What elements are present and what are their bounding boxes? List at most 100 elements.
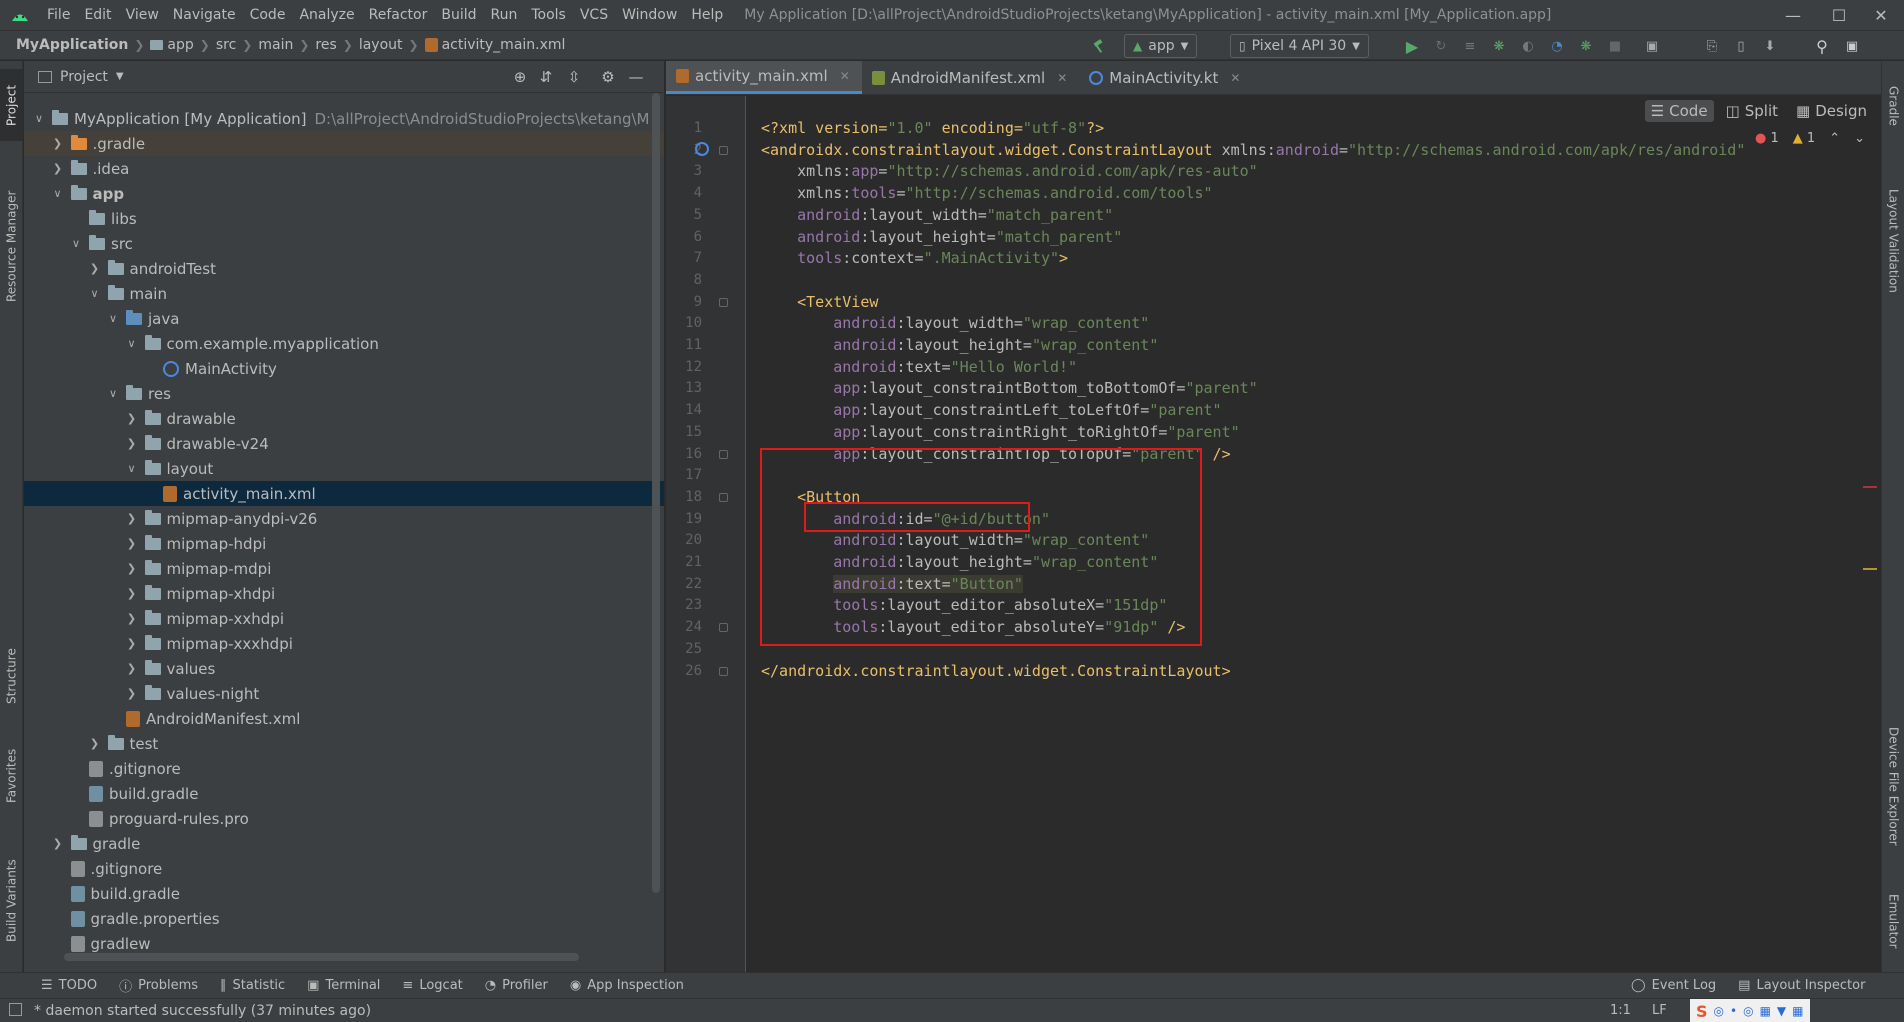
chevron-right-icon[interactable]: ❯ — [125, 412, 139, 425]
warning-marker[interactable] — [1863, 568, 1877, 570]
tree-node[interactable]: ❯ values-night — [24, 681, 664, 706]
coverage-icon[interactable]: ◐ — [1516, 34, 1540, 58]
chevron-down-icon[interactable]: ∨ — [125, 462, 139, 475]
hide-panel-icon[interactable]: — — [624, 65, 648, 89]
fold-marker-icon[interactable] — [719, 449, 728, 459]
debug-icon[interactable]: ❋ — [1487, 34, 1511, 58]
device-selector[interactable]: ▯ Pixel 4 API 30 ▼ — [1230, 34, 1369, 58]
maximize-icon[interactable]: ☐ — [1816, 0, 1862, 30]
profiler-icon[interactable]: ◔ — [1545, 34, 1569, 58]
collapse-all-icon[interactable]: ⇳ — [562, 65, 586, 89]
tree-node[interactable]: ∨ layout — [24, 456, 664, 481]
tree-node[interactable]: ∨ java — [24, 306, 664, 331]
chevron-right-icon[interactable]: ❯ — [125, 437, 139, 450]
chevron-down-icon[interactable]: ∨ — [32, 112, 46, 125]
status-message[interactable]: * daemon started successfully (37 minute… — [0, 1003, 371, 1019]
prev-highlight-icon[interactable]: ⌃ — [1829, 131, 1840, 146]
tab-structure[interactable]: Structure — [0, 631, 23, 721]
search-icon[interactable]: ⚲ — [1810, 34, 1834, 58]
close-icon[interactable]: ✕ — [1057, 71, 1067, 85]
chevron-down-icon[interactable]: ∨ — [88, 287, 102, 300]
breadcrumb-item[interactable]: app — [146, 37, 197, 53]
tree-node[interactable]: ❯.gitignore — [24, 756, 664, 781]
menu-file[interactable]: File — [40, 0, 77, 30]
tree-node[interactable]: ❯MainActivity — [24, 356, 664, 381]
account-icon[interactable]: ▣ — [1840, 34, 1864, 58]
sdk-manager-icon[interactable]: ⬇ — [1758, 34, 1782, 58]
menu-edit[interactable]: Edit — [77, 0, 118, 30]
fold-marker-icon[interactable] — [719, 492, 728, 502]
tree-node[interactable]: ∨ res — [24, 381, 664, 406]
tree-node[interactable]: ❯ mipmap-xxxhdpi — [24, 631, 664, 656]
menu-vcs[interactable]: VCS — [573, 0, 615, 30]
attach-debugger-icon[interactable]: ❋ — [1574, 34, 1598, 58]
chevron-right-icon[interactable]: ❯ — [125, 587, 139, 600]
tab-project[interactable]: Project — [0, 69, 23, 141]
tab-favorites[interactable]: Favorites — [0, 736, 23, 816]
tree-node[interactable]: ❯build.gradle — [24, 781, 664, 806]
menu-code[interactable]: Code — [243, 0, 293, 30]
tree-vertical-scrollbar[interactable] — [652, 93, 660, 893]
tree-node[interactable]: ❯build.gradle — [24, 881, 664, 906]
code-view-button[interactable]: ☰ Code — [1644, 100, 1714, 122]
tree-node[interactable]: ❯ mipmap-anydpi-v26 — [24, 506, 664, 531]
chevron-right-icon[interactable]: ❯ — [88, 737, 102, 750]
chevron-right-icon[interactable]: ❯ — [125, 512, 139, 525]
code-line[interactable]: </androidx.constraintlayout.widget.Const… — [761, 658, 1231, 684]
tool-profiler[interactable]: ◔ Profiler — [474, 978, 559, 993]
tool-todo[interactable]: ☰ TODO — [30, 978, 108, 993]
tool-app-inspection[interactable]: ◉ App Inspection — [559, 978, 695, 993]
tool-statistic[interactable]: ∥ Statistic — [209, 978, 296, 993]
chevron-right-icon[interactable]: ❯ — [125, 612, 139, 625]
tab-gradle[interactable]: Gradle — [1882, 71, 1904, 141]
inspection-widget[interactable]: ● 1 ▲ 1 ⌃ ⌄ — [1755, 126, 1865, 150]
breadcrumb-item[interactable]: src — [212, 37, 240, 53]
tab-build-variants[interactable]: Build Variants — [0, 841, 23, 961]
editor-tab[interactable]: AndroidManifest.xml ✕ — [862, 61, 1080, 94]
project-structure-icon[interactable]: ▣ — [1640, 34, 1664, 58]
expand-all-icon[interactable]: ⇵ — [534, 65, 558, 89]
tab-emulator[interactable]: Emulator — [1882, 881, 1904, 961]
tree-node[interactable]: ∨ app — [24, 181, 664, 206]
tree-node[interactable]: ❯ drawable — [24, 406, 664, 431]
menu-refactor[interactable]: Refactor — [362, 0, 435, 30]
chevron-right-icon[interactable]: ❯ — [125, 562, 139, 575]
stop-icon[interactable]: ■ — [1603, 34, 1627, 58]
tool-problems[interactable]: ⓘ Problems — [108, 976, 209, 995]
run-config-selector[interactable]: ▲ app ▼ — [1124, 34, 1198, 58]
apply-code-changes-icon[interactable]: ≡ — [1458, 34, 1482, 58]
tree-node[interactable]: ❯ mipmap-xhdpi — [24, 581, 664, 606]
chevron-right-icon[interactable]: ❯ — [51, 162, 65, 175]
split-view-button[interactable]: ◫ Split — [1720, 100, 1784, 122]
tab-device-file-explorer[interactable]: Device File Explorer — [1882, 701, 1904, 871]
chevron-down-icon[interactable]: ∨ — [106, 387, 120, 400]
tree-node[interactable]: ❯ .gradle — [24, 131, 664, 156]
menu-tools[interactable]: Tools — [524, 0, 573, 30]
tool-layout-inspector[interactable]: ▤ Layout Inspector — [1727, 978, 1876, 993]
menu-window[interactable]: Window — [615, 0, 684, 30]
chevron-down-icon[interactable]: ∨ — [69, 237, 83, 250]
tree-node[interactable]: ∨ src — [24, 231, 664, 256]
editor-tab[interactable]: activity_main.xml ✕ — [666, 61, 862, 94]
menu-build[interactable]: Build — [434, 0, 483, 30]
menu-help[interactable]: Help — [684, 0, 730, 30]
code-line[interactable]: tools:context=".MainActivity"> — [761, 245, 1068, 271]
tree-node[interactable]: ❯ drawable-v24 — [24, 431, 664, 456]
status-panel-icon[interactable] — [9, 1003, 22, 1016]
tree-node[interactable]: ∨ com.example.myapplication — [24, 331, 664, 356]
close-icon[interactable]: ✕ — [1230, 71, 1240, 85]
tree-node[interactable]: ❯ androidTest — [24, 256, 664, 281]
chevron-right-icon[interactable]: ❯ — [51, 137, 65, 150]
apply-changes-icon[interactable]: ↻ — [1429, 34, 1453, 58]
chevron-right-icon[interactable]: ❯ — [125, 687, 139, 700]
fold-marker-icon[interactable] — [719, 297, 728, 307]
tree-node[interactable]: ∨ main — [24, 281, 664, 306]
chevron-right-icon[interactable]: ❯ — [125, 537, 139, 550]
tree-node[interactable]: ❯ gradle — [24, 831, 664, 856]
editor-tab[interactable]: MainActivity.kt ✕ — [1079, 61, 1252, 94]
menu-navigate[interactable]: Navigate — [166, 0, 243, 30]
locate-file-icon[interactable]: ⊕ — [508, 65, 532, 89]
caret-position[interactable]: 1:1 — [1610, 1003, 1631, 1018]
menu-view[interactable]: View — [119, 0, 166, 30]
tree-node[interactable]: ❯ .idea — [24, 156, 664, 181]
